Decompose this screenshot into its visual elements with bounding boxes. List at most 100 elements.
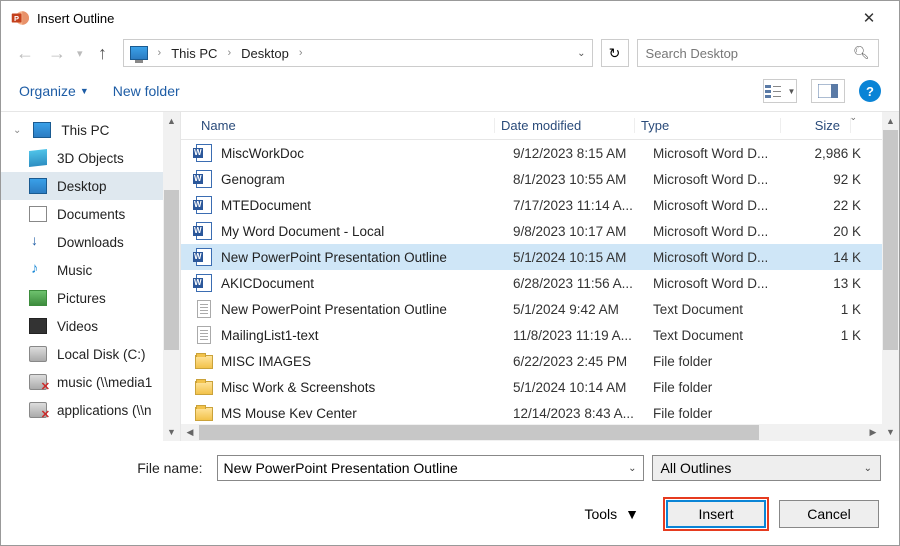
chevron-right-icon[interactable]: › [299, 47, 303, 59]
sidebar-item-desktop[interactable]: Desktop [1, 172, 180, 200]
nav-row: ← → ▾ ↑ › This PC › Desktop › ⌄ ↻ Search… [1, 35, 899, 71]
file-row[interactable]: Genogram8/1/2023 10:55 AMMicrosoft Word … [181, 166, 899, 192]
videos-icon [29, 318, 47, 334]
scrollbar-thumb[interactable] [199, 425, 759, 440]
file-date: 7/17/2023 11:14 A... [513, 198, 653, 213]
nav-back-button[interactable]: ← [13, 43, 37, 64]
file-row[interactable]: AKICDocument6/28/2023 11:56 A...Microsof… [181, 270, 899, 296]
sidebar-scrollbar[interactable]: ▲ ▼ [163, 112, 180, 441]
sidebar-item-label: This PC [61, 123, 109, 138]
scroll-up-icon[interactable]: ▲ [167, 112, 176, 130]
file-row[interactable]: MiscWorkDoc9/12/2023 8:15 AMMicrosoft Wo… [181, 140, 899, 166]
file-list-vscrollbar[interactable]: ▲ ▼ [882, 112, 899, 441]
search-input[interactable]: Search Desktop 🔍︎ [637, 39, 879, 67]
scroll-right-icon[interactable]: ▶ [864, 427, 882, 438]
scrollbar-thumb[interactable] [883, 130, 898, 350]
sidebar-item-network-apps[interactable]: applications (\\n [1, 396, 180, 424]
scroll-down-icon[interactable]: ▼ [167, 423, 176, 441]
preview-pane-button[interactable] [811, 79, 845, 103]
insert-button[interactable]: Insert [666, 500, 766, 528]
sidebar-item-3d-objects[interactable]: 3D Objects [1, 144, 180, 172]
scrollbar-thumb[interactable] [164, 190, 179, 350]
close-button[interactable]: ✕ [849, 9, 889, 27]
cancel-button[interactable]: Cancel [779, 500, 879, 528]
bottom-controls: File name: New PowerPoint Presentation O… [1, 441, 899, 531]
file-name: MiscWorkDoc [221, 146, 513, 161]
sidebar-item-pictures[interactable]: Pictures [1, 284, 180, 312]
file-name: New PowerPoint Presentation Outline [221, 302, 513, 317]
file-row[interactable]: MTEDocument7/17/2023 11:14 A...Microsoft… [181, 192, 899, 218]
network-drive-icon [29, 402, 47, 418]
organize-menu[interactable]: Organize▼ [19, 83, 89, 99]
main-area: ⌄ This PC 3D Objects Desktop Documents D… [1, 111, 899, 441]
nav-forward-button[interactable]: → [45, 43, 69, 64]
view-options-button[interactable]: ▼ [763, 79, 797, 103]
column-header-date[interactable]: Date modified [495, 118, 635, 133]
file-size: 1 K [799, 328, 861, 343]
folder-icon [195, 404, 213, 422]
file-type-filter[interactable]: All Outlines ⌄ [652, 455, 881, 481]
address-dropdown-icon[interactable]: ⌄ [577, 48, 585, 59]
filename-label: File name: [19, 460, 209, 476]
file-size: 22 K [799, 198, 861, 213]
chevron-down-icon: ▼ [80, 86, 89, 96]
file-row[interactable]: MS Mouse Kev Center12/14/2023 8:43 A...F… [181, 400, 899, 426]
sidebar-item-this-pc[interactable]: ⌄ This PC [1, 116, 180, 144]
breadcrumb-this-pc[interactable]: This PC [171, 46, 217, 61]
new-folder-button[interactable]: New folder [113, 83, 180, 99]
file-date: 9/8/2023 10:17 AM [513, 224, 653, 239]
file-list: Name Date modified Type Size ⌄ MiscWorkD… [181, 112, 899, 441]
sidebar-item-label: Desktop [57, 179, 107, 194]
file-row[interactable]: MISC IMAGES6/22/2023 2:45 PMFile folder [181, 348, 899, 374]
sidebar-item-local-disk[interactable]: Local Disk (C:) [1, 340, 180, 368]
powerpoint-icon: P [11, 9, 29, 27]
scroll-down-icon[interactable]: ▼ [886, 423, 895, 441]
sidebar-item-documents[interactable]: Documents [1, 200, 180, 228]
3d-objects-icon [29, 149, 47, 167]
sidebar-item-music[interactable]: Music [1, 256, 180, 284]
tools-menu[interactable]: Tools▼ [584, 506, 639, 522]
expand-icon[interactable]: ⌄ [13, 125, 21, 136]
scroll-up-icon[interactable]: ▲ [886, 112, 895, 130]
recent-chevron-icon[interactable]: ▾ [77, 47, 83, 60]
sidebar-item-label: Documents [57, 207, 125, 222]
chevron-right-icon[interactable]: › [227, 47, 231, 59]
file-type: Microsoft Word D... [653, 250, 799, 265]
help-button[interactable]: ? [859, 80, 881, 102]
chevron-down-icon[interactable]: ⌄ [864, 463, 872, 474]
svg-text:P: P [14, 14, 19, 23]
nav-up-button[interactable]: ↑ [91, 43, 115, 64]
dialog-title: Insert Outline [37, 11, 849, 26]
refresh-button[interactable]: ↻ [601, 39, 629, 67]
pictures-icon [29, 290, 47, 306]
chevron-right-icon[interactable]: › [158, 47, 162, 59]
sidebar-item-downloads[interactable]: Downloads [1, 228, 180, 256]
toolbar: Organize▼ New folder ▼ ? [1, 71, 899, 111]
file-type: Microsoft Word D... [653, 172, 799, 187]
file-date: 5/1/2024 9:42 AM [513, 302, 653, 317]
file-row[interactable]: New PowerPoint Presentation Outline5/1/2… [181, 244, 899, 270]
file-list-hscrollbar[interactable]: ◀ ▶ [181, 424, 882, 441]
file-row[interactable]: My Word Document - Local9/8/2023 10:17 A… [181, 218, 899, 244]
breadcrumb-desktop[interactable]: Desktop [241, 46, 289, 61]
filename-input[interactable]: New PowerPoint Presentation Outline ⌄ [217, 455, 644, 481]
column-header-row: Name Date modified Type Size ⌄ [181, 112, 899, 140]
file-date: 6/22/2023 2:45 PM [513, 354, 653, 369]
sidebar-item-network-music[interactable]: music (\\media1 [1, 368, 180, 396]
file-row[interactable]: Misc Work & Screenshots5/1/2024 10:14 AM… [181, 374, 899, 400]
file-type: Microsoft Word D... [653, 146, 799, 161]
file-date: 5/1/2024 10:14 AM [513, 380, 653, 395]
chevron-down-icon[interactable]: ⌄ [628, 463, 636, 474]
file-date: 11/8/2023 11:19 A... [513, 328, 653, 343]
column-header-size[interactable]: Size [781, 118, 851, 133]
sidebar-item-videos[interactable]: Videos [1, 312, 180, 340]
network-drive-icon [29, 374, 47, 390]
sidebar-item-label: Pictures [57, 291, 106, 306]
column-header-type[interactable]: Type [635, 118, 781, 133]
insert-highlight: Insert [663, 497, 769, 531]
scroll-left-icon[interactable]: ◀ [181, 427, 199, 438]
file-row[interactable]: MailingList1-text11/8/2023 11:19 A...Tex… [181, 322, 899, 348]
address-bar[interactable]: › This PC › Desktop › ⌄ [123, 39, 593, 67]
file-row[interactable]: New PowerPoint Presentation Outline5/1/2… [181, 296, 899, 322]
column-header-name[interactable]: Name [195, 118, 495, 133]
